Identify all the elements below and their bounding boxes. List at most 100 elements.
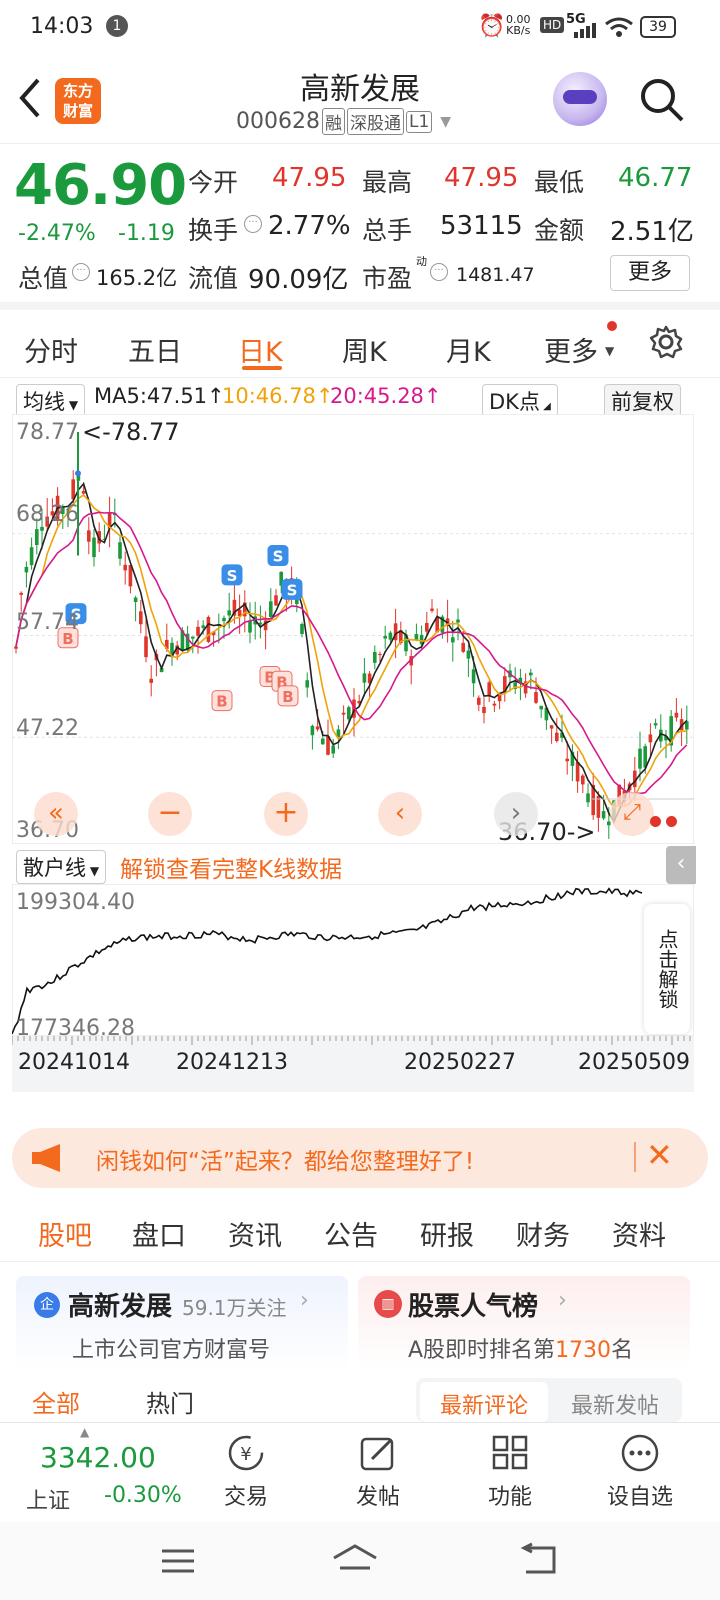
sort-latest-comment[interactable]: 最新评论	[420, 1382, 548, 1422]
collapse-arrow-icon[interactable]: ‹	[666, 846, 696, 884]
filter-hot[interactable]: 热门	[146, 1384, 194, 1422]
home-icon[interactable]	[330, 1542, 380, 1578]
y-tick-label: 57.74	[16, 610, 79, 635]
unlock-kline-link[interactable]: 解锁查看完整K线数据	[120, 850, 342, 884]
info-icon[interactable]: ···	[72, 263, 90, 281]
index-name: 上证	[26, 1489, 71, 1514]
sort-toggle: 最新评论 最新发帖	[416, 1378, 682, 1422]
candle-body	[118, 542, 122, 559]
tab-more[interactable]: 更多	[544, 330, 598, 369]
search-icon[interactable]	[638, 76, 686, 124]
tab-research[interactable]: 研报	[420, 1214, 474, 1253]
info-icon[interactable]: ···	[244, 215, 262, 233]
scroll-left-icon[interactable]: ‹	[378, 792, 422, 836]
signal-icon	[574, 23, 596, 38]
system-nav-bar	[0, 1522, 720, 1600]
tab-profile[interactable]: 资料	[612, 1214, 666, 1253]
index-value[interactable]: 3342.00	[40, 1441, 156, 1474]
pe-label: 市盈	[362, 264, 413, 293]
promo-text: 闲钱如何“活”起来？都给您整理好了!	[96, 1149, 475, 1175]
promo-banner[interactable]: 闲钱如何“活”起来？都给您整理好了! ✕	[12, 1128, 708, 1188]
scroll-right-icon[interactable]: ›	[494, 792, 538, 836]
stock-name: 高新发展	[300, 72, 420, 107]
low-value: 46.77	[618, 163, 693, 193]
trade-button[interactable]: ¥ 交易	[196, 1433, 296, 1511]
candle-body	[388, 632, 393, 640]
period-tabs: 分时 五日 日K 周K 月K 更多 ▼	[0, 318, 720, 378]
rank-title: 股票人气榜	[408, 1292, 539, 1322]
ma-select[interactable]: 均线 ▼	[16, 384, 86, 418]
tab-news[interactable]: 资讯	[228, 1214, 282, 1253]
candle-body	[19, 592, 23, 595]
candle-body	[373, 651, 377, 663]
menu-icon[interactable]	[158, 1546, 198, 1576]
tab-intraday[interactable]: 分时	[24, 330, 78, 369]
post-button[interactable]: 发帖	[328, 1433, 428, 1511]
add-watchlist-button[interactable]: 设自选	[590, 1433, 690, 1511]
functions-button[interactable]: 功能	[460, 1433, 560, 1511]
candle-body	[648, 734, 653, 743]
megaphone-icon	[32, 1144, 60, 1172]
float-label: 流值	[188, 264, 239, 293]
amount-value: 2.51亿	[610, 217, 694, 247]
candle-body	[674, 712, 679, 718]
popularity-card[interactable]: ▥ 股票人气榜 › A股即时排名第1730名	[358, 1276, 690, 1371]
company-card[interactable]: 企 高新发展 59.1万关注 › 上市公司官方财富号	[16, 1276, 348, 1371]
scroll-left-fast-icon[interactable]: «	[34, 792, 78, 836]
candle-body	[92, 537, 96, 558]
candle-body	[87, 530, 91, 542]
info-icon[interactable]: ···	[430, 263, 448, 281]
stock-code: 000628	[236, 109, 320, 134]
bottom-toolbar: ▲ 3342.00 上证 -0.30% ¥ 交易 发帖 功能 设自选	[0, 1422, 720, 1522]
candle-body	[139, 611, 143, 625]
filter-all[interactable]: 全部	[32, 1384, 80, 1422]
ma10-readout: 10:46.78↑	[222, 384, 334, 408]
candle-body	[555, 732, 559, 742]
zoom-in-icon[interactable]: +	[264, 792, 308, 836]
candle-body	[425, 622, 429, 632]
candle-body	[653, 723, 658, 726]
sub-indicator-select[interactable]: 散户线 ▼	[16, 850, 107, 884]
chevron-down-icon[interactable]: ▼	[440, 114, 451, 130]
settings-gear-icon[interactable]	[648, 324, 684, 360]
unlock-side-button[interactable]: 点击解锁	[644, 904, 690, 1034]
candle-body	[529, 672, 533, 676]
sort-latest-post[interactable]: 最新发帖	[552, 1388, 678, 1420]
dk-select[interactable]: DK点 ◢	[482, 384, 558, 418]
more-button[interactable]: 更多	[610, 255, 690, 291]
fullscreen-icon[interactable]: ⤢	[610, 792, 654, 836]
robot-assistant-icon[interactable]	[553, 72, 607, 126]
y-tick-label: 78.77	[16, 420, 79, 445]
tab-daily-k[interactable]: 日K	[238, 330, 283, 369]
svg-text:¥: ¥	[240, 1444, 251, 1465]
candle-body	[466, 650, 471, 659]
tab-monthly-k[interactable]: 月K	[446, 330, 491, 369]
tab-weekly-k[interactable]: 周K	[342, 330, 387, 369]
low-label: 最低	[534, 168, 585, 197]
candle-body	[144, 636, 148, 658]
stock-code-row: 000628 融 深股通 L1 ▼	[236, 108, 451, 135]
candlestick-chart[interactable]: SBSSSBB BB	[12, 414, 694, 844]
candle-body	[191, 636, 195, 639]
y-tick-label: 47.22	[16, 716, 79, 741]
candle-body	[456, 619, 460, 623]
chart-frame	[12, 414, 694, 844]
zoom-out-icon[interactable]: −	[148, 792, 192, 836]
last-price: 46.90	[14, 153, 187, 218]
tab-announcements[interactable]: 公告	[324, 1214, 378, 1253]
candle-body	[81, 490, 86, 494]
tab-five-day[interactable]: 五日	[128, 330, 182, 369]
tab-orderbook[interactable]: 盘口	[132, 1214, 186, 1253]
tab-forum[interactable]: 股吧	[38, 1214, 92, 1253]
candle-body	[482, 706, 486, 714]
enterprise-icon: 企	[34, 1292, 60, 1318]
buy-marker: B	[277, 685, 299, 707]
close-icon[interactable]: ✕	[646, 1136, 673, 1174]
tab-financials[interactable]: 财务	[516, 1214, 570, 1253]
back-nav-icon[interactable]	[518, 1542, 560, 1578]
svg-text:B: B	[282, 688, 293, 706]
candle-body	[461, 642, 465, 652]
sell-marker: S	[281, 578, 303, 600]
rank-subtitle: A股即时排名第1730名	[408, 1338, 634, 1363]
adjust-select[interactable]: 前复权	[604, 384, 681, 418]
